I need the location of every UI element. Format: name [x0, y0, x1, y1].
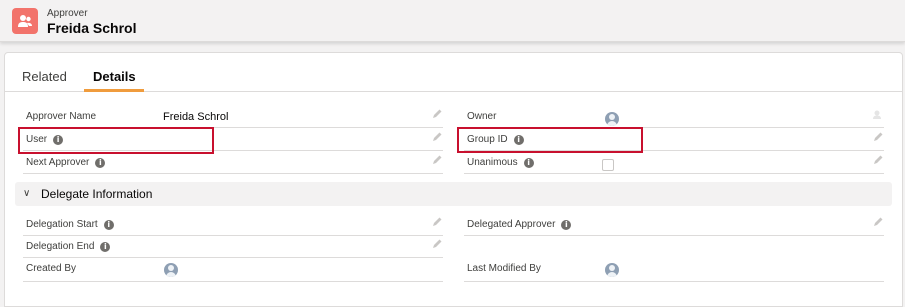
field-label: Delegation End i: [26, 241, 111, 252]
field-delegated-approver: Delegated Approver i: [464, 214, 884, 236]
pencil-edit-icon[interactable]: [431, 108, 443, 120]
field-label: Unanimous i: [467, 157, 534, 168]
field-owner: Owner: [464, 106, 884, 128]
field-unanimous: Unanimous i: [464, 152, 884, 174]
owner-avatar[interactable]: [605, 112, 619, 126]
field-last-modified-by: Last Modified By: [464, 258, 884, 282]
highlight-box-group-id: [457, 127, 643, 153]
field-label: Created By: [26, 263, 77, 274]
pencil-edit-icon[interactable]: [872, 131, 884, 143]
info-icon[interactable]: i: [523, 157, 534, 168]
pencil-edit-icon[interactable]: [431, 131, 443, 143]
unanimous-checkbox[interactable]: [602, 159, 614, 171]
tab-related[interactable]: Related: [22, 69, 67, 84]
change-owner-icon[interactable]: [872, 108, 884, 120]
pencil-edit-icon[interactable]: [872, 216, 884, 228]
tab-bar: Related Details: [5, 53, 902, 92]
info-icon[interactable]: i: [100, 241, 111, 252]
field-label: Last Modified By: [467, 263, 541, 274]
info-icon[interactable]: i: [103, 219, 114, 230]
active-tab-indicator: [84, 89, 144, 92]
field-label: Approver Name: [26, 111, 97, 122]
field-label: Delegated Approver i: [467, 219, 572, 230]
pencil-edit-icon[interactable]: [431, 216, 443, 228]
field-label: Owner: [467, 111, 497, 122]
field-label: Delegation Start i: [26, 219, 114, 230]
tab-details[interactable]: Details: [93, 69, 136, 84]
field-approver-name: Approver Name Freida Schrol: [23, 106, 443, 128]
record-title: Freida Schrol: [47, 20, 137, 36]
approver-name-value: Freida Schrol: [163, 111, 229, 123]
last-modified-by-avatar[interactable]: [605, 263, 619, 277]
record-header: Approver Freida Schrol: [0, 0, 905, 42]
section-delegate-information[interactable]: ∨ Delegate Information: [15, 182, 892, 206]
pencil-edit-icon[interactable]: [431, 238, 443, 250]
created-by-avatar[interactable]: [164, 263, 178, 277]
details-card: Related Details Approver Name Freida Sch…: [4, 52, 903, 307]
field-delegation-end: Delegation End i: [23, 236, 443, 258]
highlight-box-user: [18, 127, 214, 154]
field-delegation-start: Delegation Start i: [23, 214, 443, 236]
field-next-approver: Next Approver i: [23, 152, 443, 174]
section-title: Delegate Information: [41, 187, 153, 201]
pencil-edit-icon[interactable]: [431, 154, 443, 166]
info-icon[interactable]: i: [95, 157, 106, 168]
object-type-label: Approver: [47, 8, 88, 19]
info-icon[interactable]: i: [561, 219, 572, 230]
field-label: Next Approver i: [26, 157, 106, 168]
field-created-by: Created By: [23, 258, 443, 282]
pencil-edit-icon[interactable]: [872, 154, 884, 166]
chevron-down-icon[interactable]: ∨: [23, 188, 30, 199]
approver-user-icon: [12, 8, 38, 34]
